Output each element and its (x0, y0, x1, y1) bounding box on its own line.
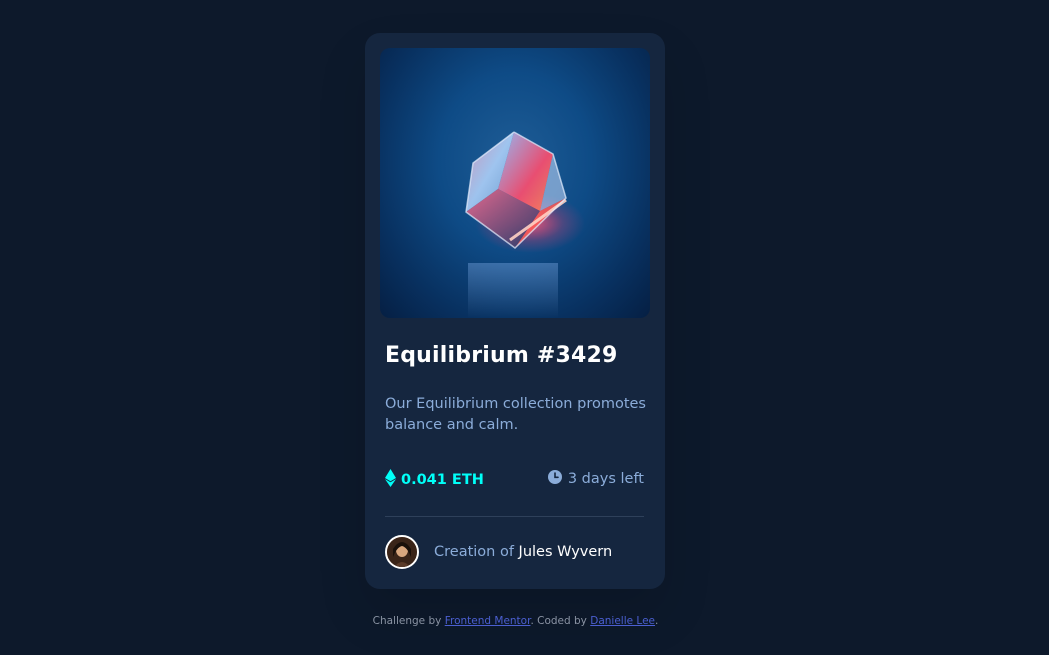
price-value: 0.041 ETH (401, 472, 484, 488)
clock-icon (547, 470, 562, 488)
attribution-suffix: . (655, 615, 659, 627)
creator-name-link[interactable]: Jules Wyvern (519, 544, 613, 560)
author-link[interactable]: Danielle Lee (590, 615, 655, 627)
nft-price: 0.041 ETH (385, 469, 484, 491)
attribution-prefix: Challenge by (372, 615, 442, 627)
creator-prefix: Creation of (434, 544, 514, 560)
time-left-text: 3 days left (567, 471, 644, 487)
divider (385, 516, 644, 517)
ethereum-icon (385, 469, 396, 491)
nft-card: Equilibrium #3429 Our Equilibrium collec… (365, 33, 665, 589)
time-remaining: 3 days left (547, 470, 644, 488)
nft-description: Our Equilibrium collection promotes bala… (385, 396, 646, 433)
equilibrium-cube-image (465, 131, 585, 318)
frontend-mentor-link[interactable]: Frontend Mentor (445, 615, 531, 627)
creator-credit: Creation of Jules Wyvern (434, 544, 612, 560)
attribution: Challenge by Frontend Mentor. Coded by D… (0, 615, 1031, 627)
creator-row: Creation of Jules Wyvern (385, 535, 612, 569)
creator-avatar (385, 535, 419, 569)
nft-title[interactable]: Equilibrium #3429 (385, 343, 618, 368)
nft-image[interactable] (380, 48, 650, 318)
page: Equilibrium #3429 Our Equilibrium collec… (0, 0, 1049, 655)
attribution-middle: . Coded by (530, 615, 587, 627)
